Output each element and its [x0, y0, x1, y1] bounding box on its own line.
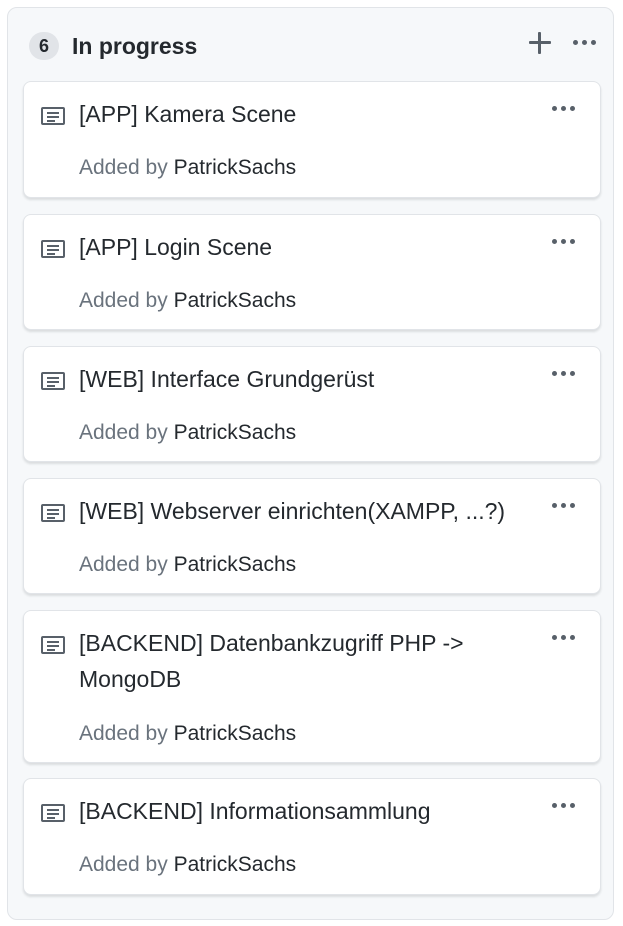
author-link[interactable]: PatrickSachs — [174, 289, 297, 312]
project-column: 6 In progress [APP] Kamera Scene Added b… — [7, 7, 614, 920]
card-meta: Added by PatrickSachs — [79, 720, 296, 748]
card-meta: Added by PatrickSachs — [79, 851, 296, 879]
note-icon — [41, 636, 65, 654]
card-menu-icon[interactable] — [551, 369, 577, 379]
card-menu-icon[interactable] — [551, 801, 577, 811]
card-meta: Added by PatrickSachs — [79, 287, 296, 315]
card-menu-icon[interactable] — [551, 501, 577, 511]
card-meta: Added by PatrickSachs — [79, 551, 296, 579]
card-meta: Added by PatrickSachs — [79, 419, 296, 447]
card-menu-icon[interactable] — [551, 237, 577, 247]
note-icon — [41, 804, 65, 822]
added-by-label: Added by — [79, 722, 168, 745]
card-title[interactable]: [WEB] Webserver einrichten(XAMPP, ...?) — [79, 493, 539, 529]
project-card[interactable]: [WEB] Webserver einrichten(XAMPP, ...?) … — [23, 478, 601, 594]
card-menu-icon[interactable] — [551, 104, 577, 114]
added-by-label: Added by — [79, 853, 168, 876]
column-menu-icon[interactable] — [572, 38, 598, 48]
card-title[interactable]: [BACKEND] Informationsammlung — [79, 793, 539, 829]
card-title[interactable]: [WEB] Interface Grundgerüst — [79, 361, 539, 397]
added-by-label: Added by — [79, 289, 168, 312]
card-meta: Added by PatrickSachs — [79, 154, 296, 182]
card-menu-icon[interactable] — [551, 633, 577, 643]
note-icon — [41, 240, 65, 258]
column-header: 6 In progress — [8, 8, 613, 82]
column-title: In progress — [72, 33, 198, 59]
added-by-label: Added by — [79, 553, 168, 576]
project-card[interactable]: [BACKEND] Informationsammlung Added by P… — [23, 778, 601, 895]
plus-icon[interactable] — [527, 30, 553, 56]
card-count-badge: 6 — [29, 32, 59, 60]
note-icon — [41, 107, 65, 125]
card-title[interactable]: [APP] Login Scene — [79, 229, 539, 265]
card-title[interactable]: [BACKEND] Datenbankzugriff PHP -> MongoD… — [79, 625, 509, 697]
note-icon — [41, 372, 65, 390]
added-by-label: Added by — [79, 421, 168, 444]
author-link[interactable]: PatrickSachs — [174, 156, 297, 179]
added-by-label: Added by — [79, 156, 168, 179]
author-link[interactable]: PatrickSachs — [174, 853, 297, 876]
author-link[interactable]: PatrickSachs — [174, 722, 297, 745]
author-link[interactable]: PatrickSachs — [174, 553, 297, 576]
note-icon — [41, 504, 65, 522]
author-link[interactable]: PatrickSachs — [174, 421, 297, 444]
project-card[interactable]: [BACKEND] Datenbankzugriff PHP -> MongoD… — [23, 610, 601, 763]
project-card[interactable]: [APP] Login Scene Added by PatrickSachs — [23, 214, 601, 330]
project-card[interactable]: [APP] Kamera Scene Added by PatrickSachs — [23, 81, 601, 198]
project-card[interactable]: [WEB] Interface Grundgerüst Added by Pat… — [23, 346, 601, 462]
card-title[interactable]: [APP] Kamera Scene — [79, 96, 539, 132]
